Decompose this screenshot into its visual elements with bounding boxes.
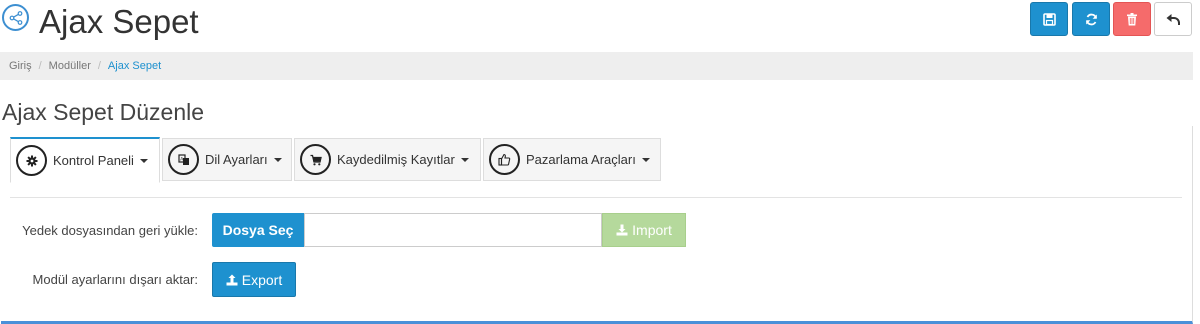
- caret-down-icon: [139, 158, 148, 163]
- download-icon: [616, 224, 628, 236]
- refresh-icon: [1085, 13, 1097, 25]
- export-button[interactable]: Export: [212, 262, 296, 297]
- save-icon: [1042, 12, 1056, 26]
- page-title: Ajax Sepet: [39, 3, 199, 40]
- trash-icon: [1127, 12, 1137, 25]
- export-row-label: Modül ayarlarını dışarı aktar:: [32, 272, 198, 287]
- tab-marketing-tools[interactable]: Pazarlama Araçları: [483, 138, 661, 181]
- reply-icon: [1166, 13, 1180, 25]
- edit-panel: Kontrol Paneli A Dil Ayarları Kaydedilmi…: [1, 126, 1193, 324]
- tab-saved-records[interactable]: Kaydedilmiş Kayıtlar: [294, 138, 481, 181]
- cart-icon: [300, 144, 331, 175]
- caret-down-icon: [641, 157, 650, 162]
- caret-down-icon: [273, 157, 282, 162]
- breadcrumb-link-modules[interactable]: Modüller: [49, 60, 91, 72]
- back-button[interactable]: [1154, 2, 1192, 36]
- file-name-input[interactable]: [304, 213, 602, 247]
- tab-control-panel[interactable]: Kontrol Paneli: [10, 137, 160, 183]
- breadcrumb-separator: /: [97, 60, 101, 72]
- thumbs-up-icon: [489, 144, 520, 175]
- refresh-button[interactable]: [1072, 2, 1110, 36]
- breadcrumb: Giriş / Modüller / Ajax Sepet: [0, 52, 1193, 80]
- choose-file-button[interactable]: Dosya Seç: [212, 213, 304, 247]
- caret-down-icon: [460, 157, 469, 162]
- tab-label: Kaydedilmiş Kayıtlar: [337, 152, 455, 167]
- breadcrumb-link-home[interactable]: Giriş: [9, 60, 32, 72]
- gear-icon: [16, 145, 47, 176]
- panel-title: Ajax Sepet Düzenle: [2, 99, 205, 125]
- tab-label: Kontrol Paneli: [53, 153, 134, 168]
- restore-label: Yedek dosyasından geri yükle:: [22, 223, 198, 238]
- tab-language-settings[interactable]: A Dil Ayarları: [162, 138, 292, 181]
- export-label: Export: [241, 271, 283, 288]
- breadcrumb-current[interactable]: Ajax Sepet: [108, 60, 161, 72]
- import-button[interactable]: Import: [602, 213, 686, 247]
- tab-label: Dil Ayarları: [205, 152, 268, 167]
- language-icon: A: [168, 144, 199, 175]
- import-label: Import: [632, 222, 672, 238]
- divider: [10, 197, 1182, 198]
- save-button[interactable]: [1030, 2, 1068, 36]
- upload-icon: [226, 274, 238, 285]
- page-header: Ajax Sepet: [0, 0, 1200, 50]
- tab-label: Pazarlama Araçları: [526, 152, 636, 167]
- share-icon: [2, 4, 29, 31]
- delete-button[interactable]: [1113, 2, 1151, 36]
- breadcrumb-separator: /: [38, 60, 42, 72]
